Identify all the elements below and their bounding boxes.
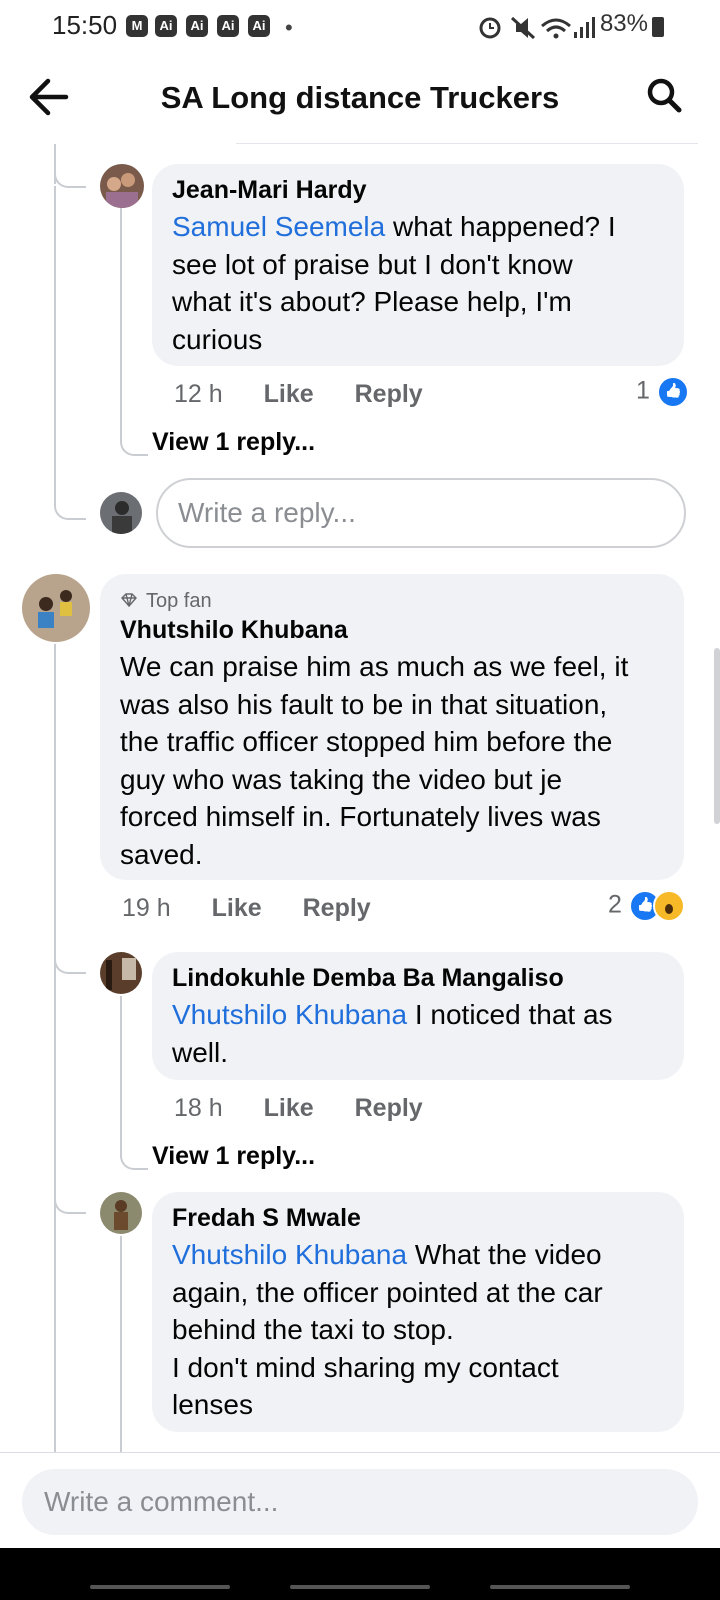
nav-recents-handle[interactable]	[90, 1585, 230, 1589]
search-icon[interactable]	[646, 77, 682, 113]
thread-line	[120, 208, 122, 434]
avatar[interactable]	[100, 952, 142, 994]
status-time: 15:50	[52, 10, 118, 40]
comment-actions: 19 h Like Reply	[122, 894, 371, 923]
comment-text: Vhutshilo Khubana I noticed that as well…	[172, 999, 613, 1068]
battery-icon	[652, 17, 664, 37]
status-bar: 15:50 M Ai Ai Ai Ai • 83%	[0, 0, 720, 56]
view-replies-link[interactable]: View 1 reply...	[152, 1142, 315, 1171]
wow-reaction-icon	[652, 890, 685, 922]
thread-line	[120, 1236, 122, 1452]
comment-actions: 12 h Like Reply	[174, 380, 423, 409]
comment-author[interactable]: Vhutshilo Khubana	[120, 616, 348, 645]
comment-time: 19 h	[122, 894, 171, 922]
reply-button[interactable]: Reply	[303, 894, 371, 922]
comment-bubble: Top fan Vhutshilo Khubana We can praise …	[100, 574, 684, 880]
reply-input-placeholder: Write a reply...	[178, 497, 356, 528]
ai-notification-icon: Ai	[186, 15, 208, 37]
reply-button[interactable]: Reply	[355, 380, 423, 408]
battery-percent: 83%	[599, 10, 648, 37]
thread-connector	[54, 1180, 86, 1214]
comment-time: 12 h	[174, 380, 223, 408]
like-button[interactable]: Like	[264, 380, 314, 408]
comment-bubble: Fredah S Mwale Vhutshilo Khubana What th…	[152, 1192, 684, 1432]
comment-actions: 18 h Like Reply	[174, 1094, 423, 1123]
comment-bubble: Lindokuhle Demba Ba Mangaliso Vhutshilo …	[152, 952, 684, 1080]
reaction-count: 1	[636, 376, 650, 405]
like-reaction-icon	[656, 376, 689, 408]
comment-author[interactable]: Fredah S Mwale	[172, 1204, 361, 1233]
comment-author[interactable]: Lindokuhle Demba Ba Mangaliso	[172, 964, 564, 993]
comment-text: We can praise him as much as we feel, it…	[120, 651, 629, 870]
divider	[236, 143, 698, 144]
app-header: SA Long distance Truckers	[0, 56, 720, 140]
mention-link[interactable]: Vhutshilo Khubana	[172, 1239, 407, 1270]
comment-text: Vhutshilo Khubana What the video again, …	[172, 1239, 603, 1420]
reply-button[interactable]: Reply	[355, 1094, 423, 1122]
ai-notification-icon: Ai	[217, 15, 239, 37]
thread-connector	[54, 482, 86, 520]
scrollbar[interactable]	[714, 648, 720, 824]
ai-notification-icon: Ai	[248, 15, 270, 37]
like-button[interactable]: Like	[212, 894, 262, 922]
top-fan-diamond-icon	[121, 593, 137, 608]
top-fan-badge: Top fan	[146, 590, 212, 612]
avatar[interactable]	[100, 164, 144, 208]
nav-back-handle[interactable]	[490, 1585, 630, 1589]
avatar[interactable]	[100, 1192, 142, 1234]
avatar[interactable]	[22, 574, 90, 642]
more-notifications-icon: •	[285, 15, 293, 40]
comment-input-placeholder: Write a comment...	[44, 1486, 279, 1517]
comment-author[interactable]: Jean-Mari Hardy	[172, 176, 367, 205]
page-title: SA Long distance Truckers	[160, 80, 560, 115]
user-avatar	[100, 492, 142, 534]
thread-line	[120, 996, 122, 1148]
comment-bubble: Jean-Mari Hardy Samuel Seemela what happ…	[152, 164, 684, 366]
system-nav-bar	[0, 1548, 720, 1600]
like-button[interactable]: Like	[264, 1094, 314, 1122]
comment-input[interactable]: Write a comment...	[22, 1469, 698, 1535]
thread-connector	[120, 1134, 148, 1170]
thread-connector	[54, 940, 86, 974]
reaction-summary[interactable]: 2	[608, 890, 685, 922]
thread-connector	[54, 150, 86, 188]
thread-line	[54, 186, 56, 506]
view-replies-link[interactable]: View 1 reply...	[152, 428, 315, 457]
system-status-icons	[479, 16, 595, 40]
thread-line	[54, 644, 56, 1452]
mention-link[interactable]: Samuel Seemela	[172, 211, 385, 242]
reaction-summary[interactable]: 1	[636, 376, 689, 408]
nav-home-handle[interactable]	[290, 1585, 430, 1589]
reply-input[interactable]: Write a reply...	[156, 478, 686, 548]
mention-link[interactable]: Vhutshilo Khubana	[172, 999, 407, 1030]
comment-time: 18 h	[174, 1094, 223, 1122]
thread-connector	[120, 420, 148, 456]
comment-composer: Write a comment...	[0, 1452, 720, 1549]
reaction-count: 2	[608, 890, 622, 919]
ai-notification-icon: Ai	[155, 15, 177, 37]
notification-icon: M	[126, 15, 148, 37]
comment-text: Samuel Seemela what happened? I see lot …	[172, 211, 616, 355]
